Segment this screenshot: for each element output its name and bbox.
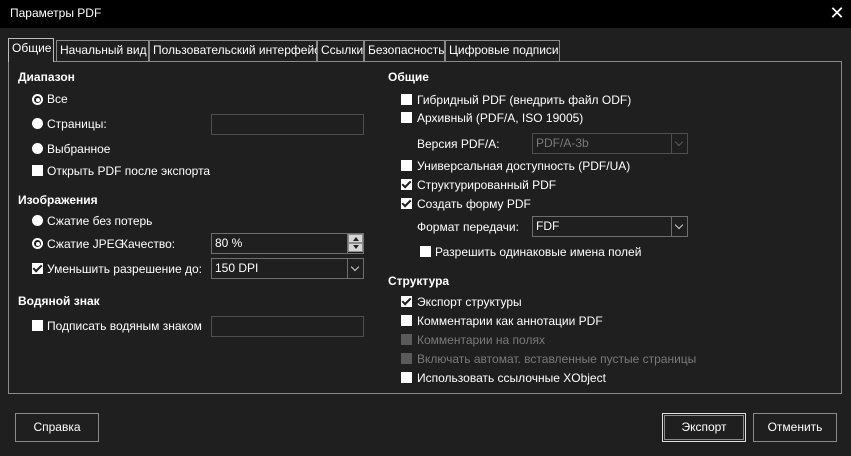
range-pages-radio[interactable] [32, 118, 43, 129]
dpi-dropdown[interactable]: 150 DPI [211, 258, 364, 279]
quality-value: 80 % [215, 236, 243, 250]
duplicate-fields-label[interactable]: Разрешить одинаковые имена полей [435, 245, 641, 259]
quality-spinbox[interactable]: 80 % [211, 233, 364, 254]
comments-margin-label[interactable]: Комментарии на полях [417, 333, 545, 347]
default-focus-ring [664, 415, 744, 440]
tagged-pdf-checkbox[interactable] [401, 179, 412, 190]
images-heading: Изображения [18, 193, 98, 207]
pdfa-version-dropdown[interactable]: PDF/A-3b [532, 133, 688, 154]
export-outline-label[interactable]: Экспорт структуры [417, 295, 522, 309]
jpeg-radio[interactable] [32, 238, 43, 249]
help-button[interactable]: Справка [15, 413, 99, 442]
title-bar: Параметры PDF ✕ [0, 0, 851, 28]
range-all-label[interactable]: Все [47, 92, 68, 106]
submit-format-value: FDF [536, 219, 560, 233]
watermark-input[interactable] [211, 316, 364, 337]
range-all-radio[interactable] [32, 94, 43, 105]
blank-pages-checkbox[interactable] [401, 353, 412, 364]
hybrid-pdf-checkbox[interactable] [401, 94, 412, 105]
lossless-label[interactable]: Сжатие без потерь [47, 214, 152, 228]
open-after-export-label[interactable]: Открыть PDF после экспорта [47, 164, 210, 178]
quality-label: Качество: [121, 237, 176, 251]
reduce-resolution-checkbox[interactable] [32, 263, 43, 274]
comments-annotations-checkbox[interactable] [401, 315, 412, 326]
archive-pdfa-label[interactable]: Архивный (PDF/A, ISO 19005) [417, 111, 583, 125]
spin-up-icon[interactable] [348, 234, 363, 243]
pdf-ua-checkbox[interactable] [401, 160, 412, 171]
watermark-heading: Водяной знак [18, 294, 100, 308]
blank-pages-label[interactable]: Включать автомат. вставленные пустые стр… [417, 352, 696, 366]
tab-digital-signatures[interactable]: Цифровые подписи [445, 40, 560, 61]
pages-input[interactable] [211, 114, 364, 135]
quality-spin-buttons[interactable] [347, 234, 363, 253]
open-after-export-checkbox[interactable] [32, 165, 43, 176]
chevron-down-icon[interactable] [671, 134, 687, 153]
cancel-button[interactable]: Отменить [753, 413, 837, 442]
submit-format-label: Формат передачи: [417, 220, 519, 234]
pdfa-version-label: Версия PDF/A: [417, 137, 500, 151]
comments-margin-checkbox[interactable] [401, 334, 412, 345]
xobject-checkbox[interactable] [401, 372, 412, 383]
reduce-resolution-label[interactable]: Уменьшить разрешение до: [47, 262, 202, 276]
range-selection-radio[interactable] [32, 143, 43, 154]
export-outline-checkbox[interactable] [401, 296, 412, 307]
export-button[interactable]: Экспорт [662, 413, 746, 442]
range-heading: Диапазон [18, 70, 75, 84]
tab-security[interactable]: Безопасность [364, 40, 445, 61]
submit-format-dropdown[interactable]: FDF [532, 216, 688, 237]
create-form-label[interactable]: Создать форму PDF [417, 197, 531, 211]
close-icon[interactable]: ✕ [824, 1, 850, 27]
watermark-checkbox[interactable] [32, 320, 43, 331]
duplicate-fields-checkbox[interactable] [420, 246, 431, 257]
window-title: Параметры PDF [10, 6, 102, 20]
dpi-value: 150 DPI [215, 261, 259, 275]
pdf-ua-label[interactable]: Универсальная доступность (PDF/UA) [417, 159, 630, 173]
tab-user-interface[interactable]: Пользовательский интерфейс [149, 40, 320, 61]
general-heading: Общие [388, 70, 429, 84]
tab-links[interactable]: Ссылки [317, 40, 364, 61]
tagged-pdf-label[interactable]: Структурированный PDF [417, 178, 556, 192]
archive-pdfa-checkbox[interactable] [401, 112, 412, 123]
range-selection-label[interactable]: Выбранное [47, 142, 110, 156]
watermark-label[interactable]: Подписать водяным знаком [47, 319, 202, 333]
lossless-radio[interactable] [32, 215, 43, 226]
tab-general[interactable]: Общие [8, 38, 54, 62]
comments-annotations-label[interactable]: Комментарии как аннотации PDF [417, 314, 603, 328]
jpeg-label[interactable]: Сжатие JPEG [47, 237, 124, 251]
structure-heading: Структура [388, 274, 450, 288]
range-pages-label[interactable]: Страницы: [47, 117, 107, 131]
spin-down-icon[interactable] [348, 243, 363, 252]
create-form-checkbox[interactable] [401, 198, 412, 209]
chevron-down-icon[interactable] [671, 217, 687, 236]
hybrid-pdf-label[interactable]: Гибридный PDF (внедрить файл ODF) [417, 93, 631, 107]
chevron-down-icon[interactable] [347, 259, 363, 278]
tab-initial-view[interactable]: Начальный вид [56, 40, 149, 61]
xobject-label[interactable]: Использовать ссылочные XObject [417, 371, 606, 385]
pdfa-version-value: PDF/A-3b [536, 136, 589, 150]
